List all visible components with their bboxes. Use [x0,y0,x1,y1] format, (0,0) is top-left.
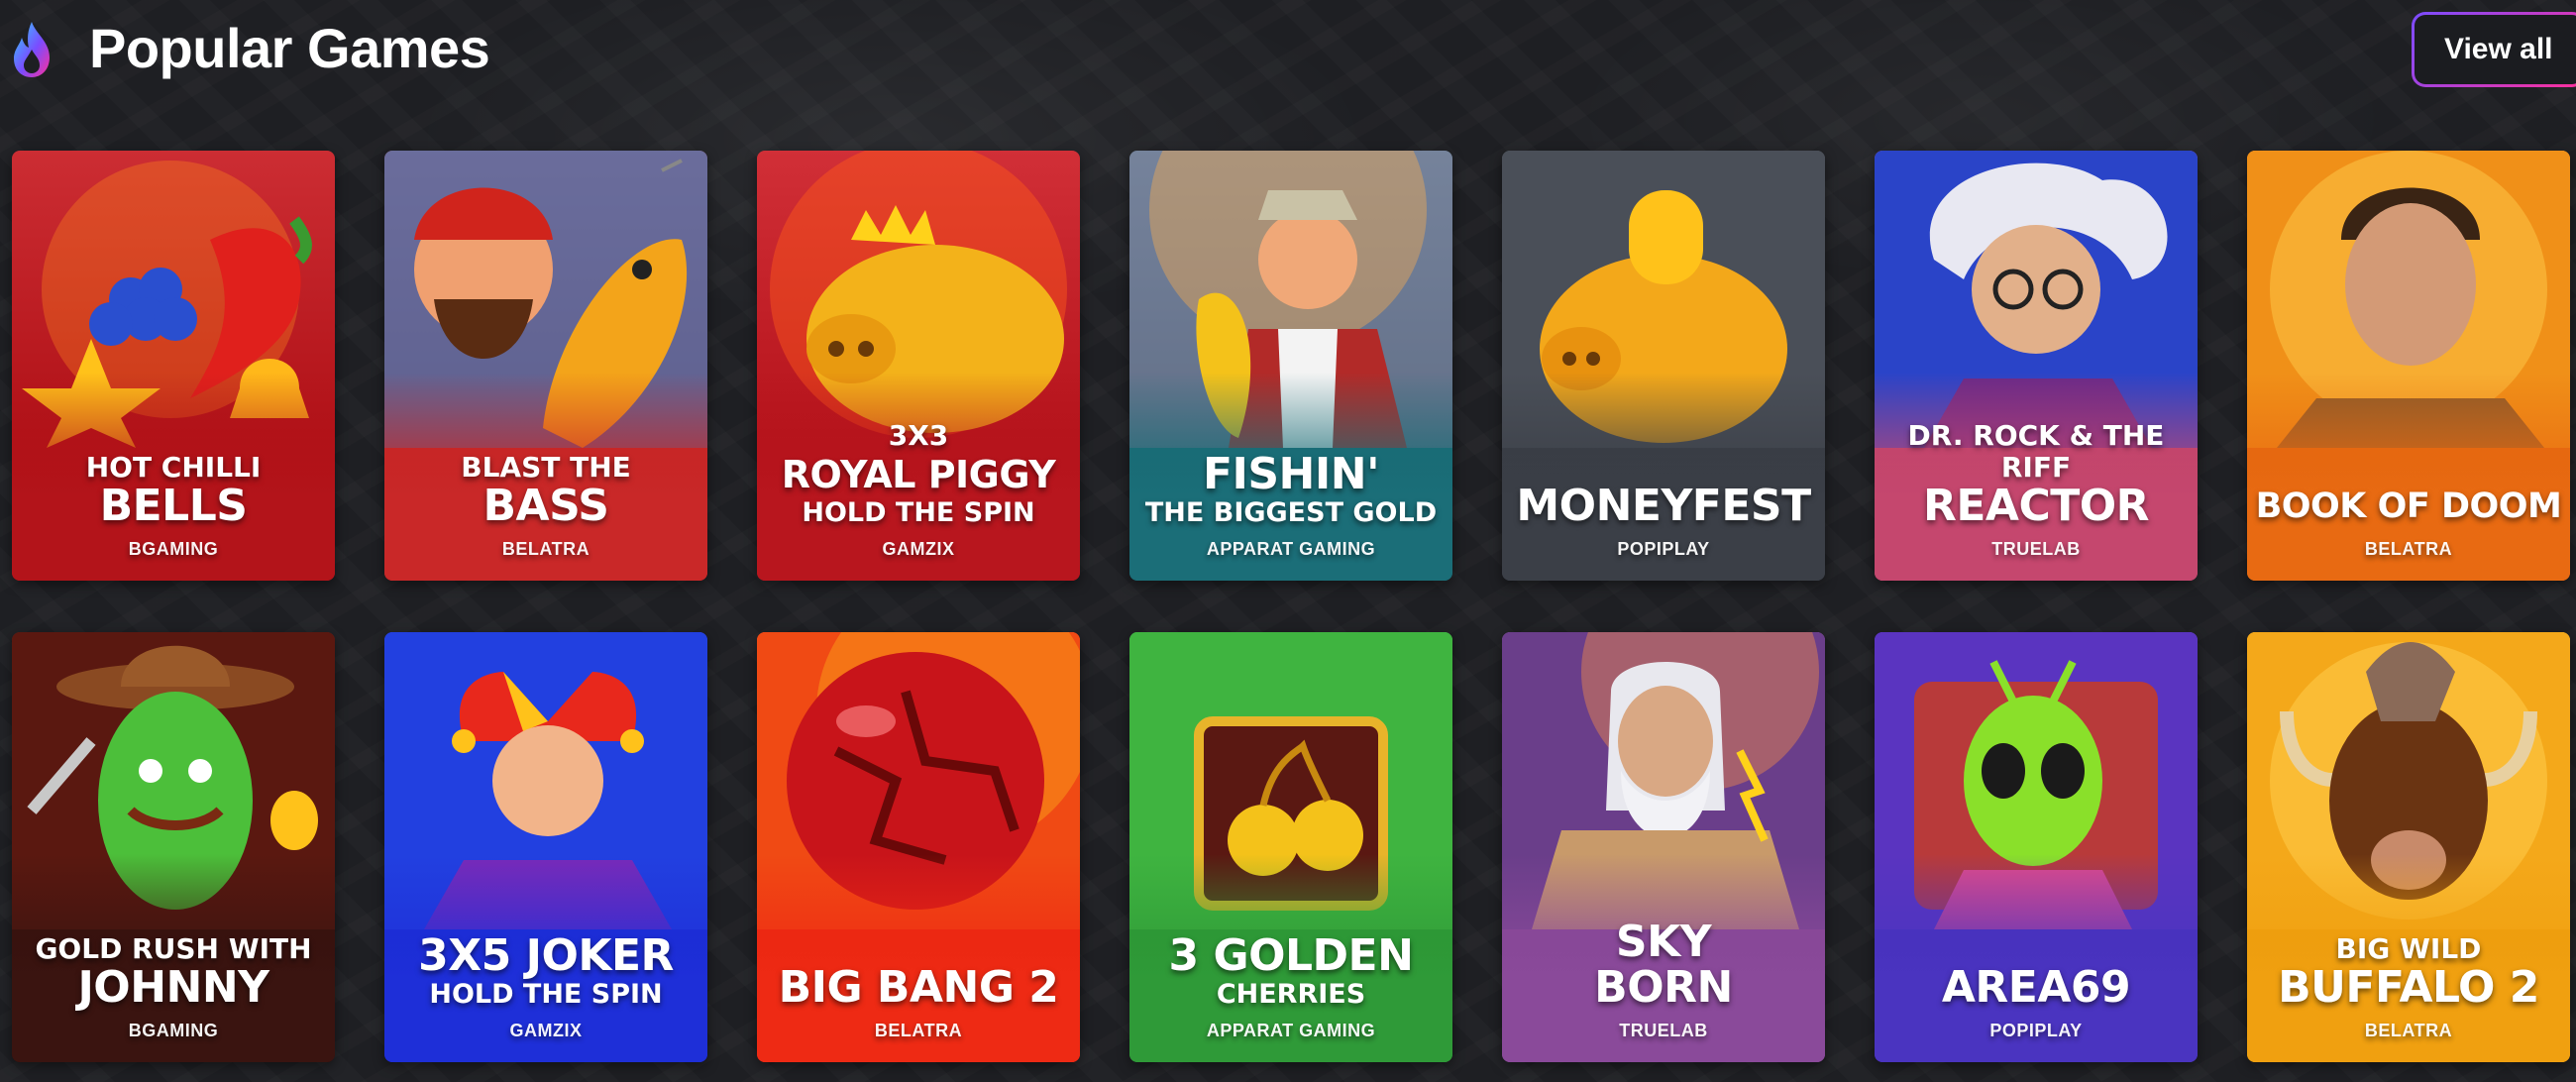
game-title-line1: BLAST THE [461,451,631,484]
game-provider: TRUELAB [1991,539,2081,559]
game-title-line1: HOT CHILLI [85,451,262,484]
game-title-line3: CHERRIES [1216,979,1366,1010]
game-provider: BELATRA [2364,1021,2453,1040]
game-title-line1: DR. ROCK & THE RIFF [1907,419,2165,484]
game-card-gold-rush-johnny[interactable]: GOLD RUSH WITH JOHNNY BGAMING [12,632,335,1062]
game-title-block: AREA69 POPIPLAY [1875,962,2198,1041]
game-title-main: MONEYFEST [1516,481,1811,531]
game-title-line3: HOLD THE SPIN [802,497,1035,528]
game-title-line3: HOLD THE SPIN [429,979,663,1010]
game-provider: BELATRA [874,1021,963,1040]
game-title-main: REACTOR [1922,481,2150,531]
game-title-line1: 3X3 [888,419,949,452]
game-card-big-bang-2[interactable]: BIG BANG 2 BELATRA [757,632,1080,1062]
game-card-sky-born[interactable]: SKY BORN TRUELAB [1502,632,1825,1062]
game-card-fishin[interactable]: FISHIN' THE BIGGEST GOLD APPARAT GAMING [1129,151,1452,581]
game-card-moneyfest[interactable]: MONEYFEST POPIPLAY [1502,151,1825,581]
game-title-main: BOOK OF DOOM [2255,487,2562,526]
game-title-block: BIG BANG 2 BELATRA [757,962,1080,1041]
game-title-main: BUFFALO 2 [2278,962,2539,1013]
game-title-main: FISHIN' [1202,449,1380,499]
game-provider: BELATRA [501,539,590,559]
game-title-main: 3X5 JOKER [418,930,674,981]
game-title-main: BORN [1594,962,1733,1013]
game-card-book-of-doom[interactable]: BOOK OF DOOM BELATRA [2247,151,2570,581]
game-card-blast-the-bass[interactable]: BLAST THE BASS BELATRA [384,151,707,581]
game-card-area69[interactable]: AREA69 POPIPLAY [1875,632,2198,1062]
game-title-main: SKY [1615,917,1712,967]
game-title-main: BASS [483,481,610,531]
game-title-block: BLAST THE BASS BELATRA [384,451,707,560]
game-title-block: MONEYFEST POPIPLAY [1502,481,1825,560]
game-provider: BGAMING [128,539,219,559]
game-card-joker-3x5[interactable]: 3X5 JOKER HOLD THE SPIN GAMZIX [384,632,707,1062]
game-provider: GAMZIX [509,1021,583,1040]
game-title-block: 3X5 JOKER HOLD THE SPIN GAMZIX [384,930,707,1041]
game-title-block: SKY BORN TRUELAB [1502,917,1825,1041]
game-card-golden-cherries[interactable]: 3 GOLDEN CHERRIES APPARAT GAMING [1129,632,1452,1062]
game-title-block: FISHIN' THE BIGGEST GOLD APPARAT GAMING [1129,449,1452,560]
game-title-block: DR. ROCK & THE RIFF REACTOR TRUELAB [1875,419,2198,560]
game-title-main: BIG BANG 2 [778,962,1059,1013]
game-title-block: 3 GOLDEN CHERRIES APPARAT GAMING [1129,930,1452,1041]
game-provider: TRUELAB [1619,1021,1708,1040]
game-provider: BGAMING [128,1021,219,1040]
game-title-main: 3 GOLDEN [1168,930,1414,981]
game-title-block: BIG WILD BUFFALO 2 BELATRA [2247,932,2570,1041]
game-title-block: 3X3 ROYAL PIGGY HOLD THE SPIN GAMZIX [757,419,1080,560]
view-all-button[interactable]: View all [2412,12,2576,87]
game-title-line1: BIG WILD [2335,932,2482,965]
section-title: Popular Games [89,17,490,79]
game-title-main: AREA69 [1941,962,2131,1013]
game-card-reactor[interactable]: DR. ROCK & THE RIFF REACTOR TRUELAB [1875,151,2198,581]
game-provider: APPARAT GAMING [1206,539,1376,559]
game-provider: POPIPLAY [1617,539,1710,559]
game-title-line3: THE BIGGEST GOLD [1144,497,1438,528]
game-title-main: ROYAL PIGGY [781,453,1056,496]
flame-icon [14,22,50,77]
game-provider: BELATRA [2364,539,2453,559]
game-title-main: BELLS [99,481,248,531]
game-title-block: HOT CHILLI BELLS BGAMING [12,451,335,560]
section-header: Popular Games View all [0,0,2576,99]
game-card-royal-piggy[interactable]: 3X3 ROYAL PIGGY HOLD THE SPIN GAMZIX [757,151,1080,581]
game-title-block: GOLD RUSH WITH JOHNNY BGAMING [12,932,335,1041]
game-title-line1: GOLD RUSH WITH [35,932,312,965]
game-title-block: BOOK OF DOOM BELATRA [2247,484,2570,559]
game-title-main: JOHNNY [77,962,269,1013]
game-card-hot-chilli-bells[interactable]: HOT CHILLI BELLS BGAMING [12,151,335,581]
game-provider: GAMZIX [882,539,955,559]
game-provider: APPARAT GAMING [1206,1021,1376,1040]
game-provider: POPIPLAY [1989,1021,2083,1040]
game-card-big-wild-buffalo-2[interactable]: BIG WILD BUFFALO 2 BELATRA [2247,632,2570,1062]
